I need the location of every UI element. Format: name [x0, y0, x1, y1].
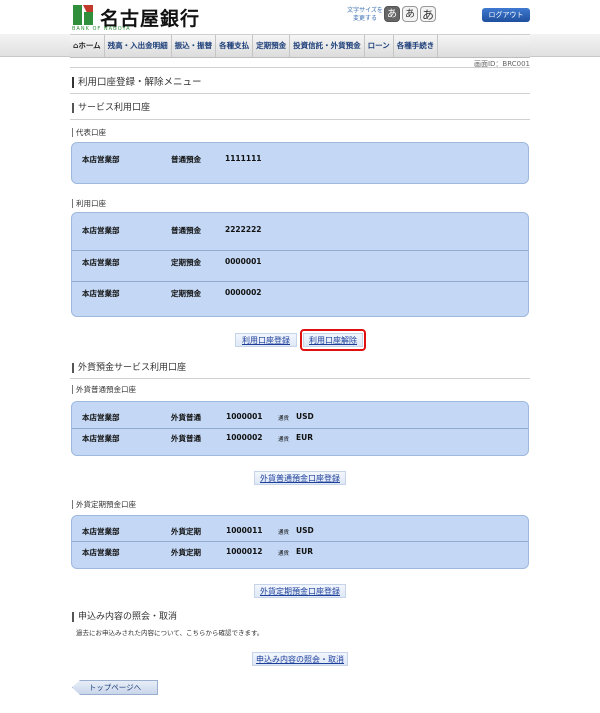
- account-number: 2222222: [225, 225, 262, 234]
- currency-code: EUR: [296, 547, 313, 556]
- currency-label: 通貨: [278, 551, 290, 557]
- account-number: 1000001: [226, 412, 263, 421]
- nav-loan[interactable]: ローン: [365, 35, 394, 57]
- fx-accounts-heading: 外貨預金サービス利用口座: [72, 363, 186, 373]
- branch-name: 本店営業部: [82, 413, 120, 422]
- bank-name-sub: BANK OF NAGOYA: [72, 26, 131, 32]
- currency-code: USD: [296, 412, 314, 421]
- account-type: 外貨定期: [171, 548, 201, 557]
- top-page-button[interactable]: トップページへ: [72, 680, 158, 695]
- divider: [70, 67, 530, 68]
- inquiry-note: 過去にお申込みされた内容について、こちらから確認できます。: [76, 629, 264, 637]
- divider: [70, 378, 530, 379]
- inquiry-button[interactable]: 申込み内容の照会・取消: [252, 652, 348, 666]
- divider: [70, 119, 530, 120]
- account-number: 1000012: [226, 547, 263, 556]
- fx-ordinary-heading: 外貨普通預金口座: [72, 385, 136, 394]
- bank-logo-icon: [73, 5, 93, 25]
- font-size-medium-button[interactable]: あ: [402, 6, 418, 22]
- rep-account-box: 本店営業部 普通預金 1111111: [71, 142, 529, 184]
- use-account-box: 本店営業部 普通預金 2222222 本店営業部 定期預金 0000001 本店…: [71, 212, 529, 317]
- currency-label: 通貨: [278, 437, 290, 443]
- nav-balance[interactable]: 残高・入出金明細: [105, 35, 172, 57]
- nav-investment[interactable]: 投資信託・外貨預金: [290, 35, 365, 57]
- main-nav: ⌂ホーム 残高・入出金明細 振込・振替 各種支払 定期預金 投資信託・外貨預金 …: [70, 34, 530, 58]
- branch-name: 本店営業部: [82, 226, 120, 235]
- table-row: 本店営業部 外貨普通 1000001 通貨 USD: [72, 412, 528, 422]
- row-separator: [72, 541, 528, 542]
- fx-ordinary-box: 本店営業部 外貨普通 1000001 通貨 USD 本店営業部 外貨普通 100…: [71, 401, 529, 456]
- rep-account-heading: 代表口座: [72, 128, 106, 137]
- page-title: 利用口座登録・解除メニュー: [72, 77, 202, 88]
- account-number: 0000002: [225, 288, 262, 297]
- release-account-button[interactable]: 利用口座解除: [303, 333, 363, 347]
- service-accounts-heading: サービス利用口座: [72, 103, 150, 113]
- account-type: 普通預金: [171, 226, 201, 235]
- branch-name: 本店営業部: [82, 434, 120, 443]
- table-row: 本店営業部 普通預金 1111111: [72, 154, 528, 164]
- branch-name: 本店営業部: [82, 527, 120, 536]
- use-account-heading: 利用口座: [72, 199, 106, 208]
- nav-procedures[interactable]: 各種手続き: [394, 35, 439, 57]
- branch-name: 本店営業部: [82, 548, 120, 557]
- nav-transfer[interactable]: 振込・振替: [172, 35, 217, 57]
- account-type: 外貨定期: [171, 527, 201, 536]
- account-number: 1111111: [225, 154, 262, 163]
- account-type: 外貨普通: [171, 413, 201, 422]
- font-size-small-button[interactable]: あ: [384, 6, 400, 22]
- table-row: 本店営業部 外貨定期 1000011 通貨 USD: [72, 526, 528, 536]
- divider: [70, 93, 530, 94]
- nav-time-deposit[interactable]: 定期預金: [253, 35, 291, 57]
- currency-label: 通貨: [278, 530, 290, 536]
- account-number: 1000002: [226, 433, 263, 442]
- branch-name: 本店営業部: [82, 155, 120, 164]
- font-size-large-button[interactable]: あ: [420, 6, 436, 22]
- fx-time-heading: 外貨定期預金口座: [72, 500, 136, 509]
- register-account-button[interactable]: 利用口座登録: [235, 333, 297, 347]
- account-type: 定期預金: [171, 258, 201, 267]
- account-type: 外貨普通: [171, 434, 201, 443]
- register-fx-ordinary-button[interactable]: 外貨普通預金口座登録: [254, 471, 346, 485]
- row-separator: [72, 250, 528, 251]
- table-row: 本店営業部 外貨普通 1000002 通貨 EUR: [72, 433, 528, 443]
- table-row: 本店営業部 定期預金 0000002: [72, 288, 528, 298]
- logout-button[interactable]: ログアウト: [482, 8, 530, 22]
- nav-home[interactable]: ⌂ホーム: [70, 35, 105, 57]
- account-number: 1000011: [226, 526, 263, 535]
- nav-payments[interactable]: 各種支払: [216, 35, 254, 57]
- table-row: 本店営業部 定期預金 0000001: [72, 257, 528, 267]
- account-type: 普通預金: [171, 155, 201, 164]
- table-row: 本店営業部 外貨定期 1000012 通貨 EUR: [72, 547, 528, 557]
- row-separator: [72, 428, 528, 429]
- fx-time-box: 本店営業部 外貨定期 1000011 通貨 USD 本店営業部 外貨定期 100…: [71, 515, 529, 569]
- account-number: 0000001: [225, 257, 262, 266]
- font-size-label: 文字サイズを変更する: [347, 7, 383, 22]
- row-separator: [72, 281, 528, 282]
- branch-name: 本店営業部: [82, 289, 120, 298]
- account-type: 定期預金: [171, 289, 201, 298]
- currency-code: EUR: [296, 433, 313, 442]
- inquiry-heading: 申込み内容の照会・取消: [72, 612, 177, 622]
- table-row: 本店営業部 普通預金 2222222: [72, 225, 528, 235]
- branch-name: 本店営業部: [82, 258, 120, 267]
- currency-code: USD: [296, 526, 314, 535]
- register-fx-time-button[interactable]: 外貨定期預金口座登録: [254, 584, 346, 598]
- currency-label: 通貨: [278, 416, 290, 422]
